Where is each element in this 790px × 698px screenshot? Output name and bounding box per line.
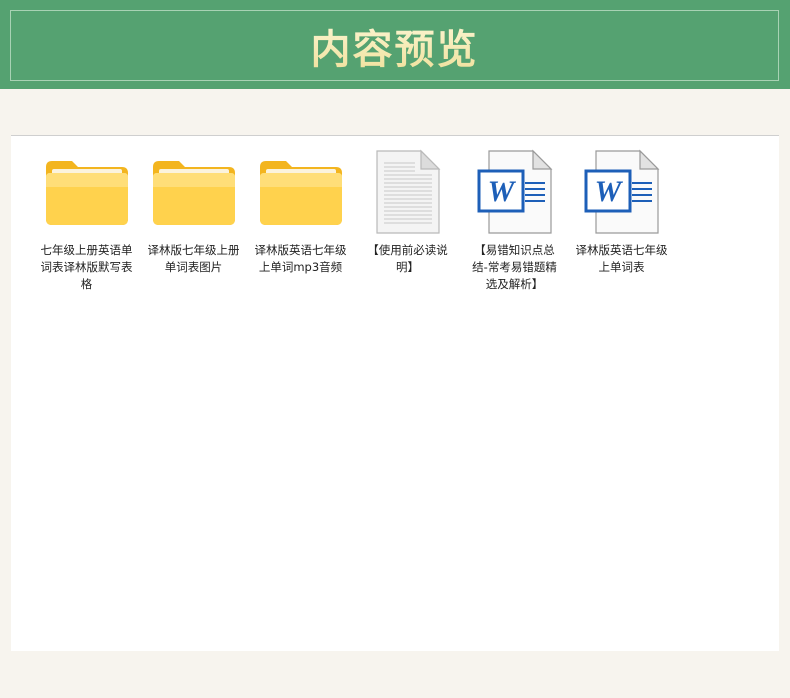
file-name: 译林版英语七年级上单词mp3音频 <box>254 243 347 274</box>
file-item-folder-1[interactable]: 七年级上册英语单词表译林版默写表格 <box>33 148 140 293</box>
folder-icon <box>42 148 132 236</box>
header-banner: 内容预览 <box>0 0 790 89</box>
svg-text:W: W <box>487 175 516 208</box>
file-name: 七年级上册英语单词表译林版默写表格 <box>40 243 133 291</box>
word-document-icon: W <box>470 148 560 236</box>
file-name: 【易错知识点总结-常考易错题精选及解析】 <box>472 243 557 291</box>
file-item-word-doc-1[interactable]: W 【易错知识点总结-常考易错题精选及解析】 <box>461 148 568 293</box>
file-item-text-doc[interactable]: 【使用前必读说明】 <box>354 148 461 293</box>
text-document-icon <box>363 148 453 236</box>
file-name: 译林版英语七年级上单词表 <box>575 243 668 274</box>
header-frame: 内容预览 <box>10 10 779 81</box>
file-item-folder-2[interactable]: 译林版七年级上册单词表图片 <box>140 148 247 293</box>
file-browser-panel: 七年级上册英语单词表译林版默写表格 译林版七年级上册单词表图片 译林版英语七年级… <box>11 135 779 651</box>
word-document-icon: W <box>577 148 667 236</box>
folder-icon <box>256 148 346 236</box>
file-name: 【使用前必读说明】 <box>367 243 448 274</box>
file-item-word-doc-2[interactable]: W 译林版英语七年级上单词表 <box>568 148 675 293</box>
svg-text:W: W <box>594 175 623 208</box>
file-grid: 七年级上册英语单词表译林版默写表格 译林版七年级上册单词表图片 译林版英语七年级… <box>33 148 675 293</box>
file-item-folder-3[interactable]: 译林版英语七年级上单词mp3音频 <box>247 148 354 293</box>
folder-icon <box>149 148 239 236</box>
file-name: 译林版七年级上册单词表图片 <box>147 243 240 274</box>
page-title: 内容预览 <box>311 17 479 75</box>
